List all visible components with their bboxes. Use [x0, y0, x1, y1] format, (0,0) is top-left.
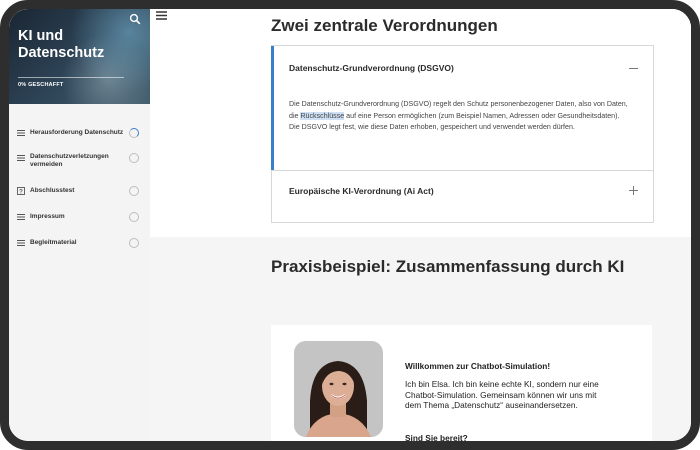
sidebar-item-label: Begleitmaterial — [30, 239, 77, 246]
list-icon — [17, 130, 25, 136]
status-circle-icon — [129, 153, 139, 163]
menu-icon[interactable] — [156, 11, 167, 20]
svg-text:?: ? — [19, 189, 23, 195]
list-icon — [17, 155, 25, 161]
accordion-header-dsgvo[interactable]: Datenschutz-Grundverordnung (DSGVO) — [272, 46, 653, 90]
main-content[interactable]: Zwei zentrale Verordnungen Datenschutz-G… — [150, 9, 691, 441]
sidebar-item-begleitmaterial[interactable]: Begleitmaterial — [9, 238, 150, 252]
chatbot-card: Willkommen zur Chatbot-Simulation! Ich b… — [271, 325, 652, 443]
tablet-frame: KI und Datenschutz 0% GESCHAFFT Herausfo… — [0, 0, 700, 450]
list-icon — [17, 214, 25, 220]
status-circle-icon — [129, 186, 139, 196]
chat-intro: Ich bin Elsa. Ich bin keine echte KI, so… — [405, 379, 599, 411]
chat-question: Sind Sie bereit? — [405, 433, 468, 443]
course-header: KI und Datenschutz 0% GESCHAFFT — [9, 9, 150, 104]
progress-label: 0% GESCHAFFT — [18, 82, 64, 88]
section-heading: Praxisbeispiel: Zusammenfassung durch KI — [271, 257, 625, 276]
section-heading: Zwei zentrale Verordnungen — [271, 16, 498, 35]
progress-ring-icon — [129, 128, 139, 138]
regulations-accordion: Datenschutz-Grundverordnung (DSGVO) Die … — [271, 45, 654, 223]
highlighted-text: Rückschlüsse — [300, 111, 345, 120]
regulations-section: Zwei zentrale Verordnungen Datenschutz-G… — [150, 9, 691, 237]
search-icon[interactable] — [129, 13, 141, 25]
accordion-title: Europäische KI-Verordnung (Ai Act) — [289, 186, 434, 196]
sidebar-item-label: Abschlusstest — [30, 187, 75, 194]
list-icon — [17, 240, 25, 246]
sidebar-item-herausforderung-datenschutz[interactable]: Herausforderung Datenschutz — [9, 126, 150, 140]
sidebar-item-label: Herausforderung Datenschutz — [30, 129, 124, 136]
sidebar-item-datenschutzverletzungen-vermeiden[interactable]: Datenschutzverletzungen vermeiden — [9, 151, 150, 173]
sidebar-item-label: Impressum — [30, 213, 65, 220]
avatar — [294, 341, 383, 437]
sidebar-item-label: Datenschutzverletzungen vermeiden — [30, 153, 109, 168]
sidebar-item-impressum[interactable]: Impressum — [9, 212, 150, 226]
sidebar-item-abschlusstest[interactable]: ? Abschlusstest — [9, 186, 150, 200]
status-circle-icon — [129, 212, 139, 222]
sidebar: KI und Datenschutz 0% GESCHAFFT Herausfo… — [9, 9, 151, 441]
accordion-title: Datenschutz-Grundverordnung (DSGVO) — [289, 63, 454, 73]
accordion-header-ai-act[interactable]: Europäische KI-Verordnung (Ai Act) — [272, 171, 653, 222]
accordion-content-dsgvo: Die Datenschutz-Grundverordnung (DSGVO) … — [289, 99, 632, 134]
quiz-icon: ? — [17, 187, 25, 195]
chat-greeting: Willkommen zur Chatbot-Simulation! — [405, 361, 551, 371]
expand-icon[interactable] — [628, 185, 639, 196]
progress-bar — [18, 77, 124, 78]
elsa-portrait-image — [294, 341, 383, 437]
status-circle-icon — [129, 238, 139, 248]
collapse-icon[interactable] — [628, 63, 639, 74]
course-title: KI und Datenschutz — [18, 28, 105, 61]
